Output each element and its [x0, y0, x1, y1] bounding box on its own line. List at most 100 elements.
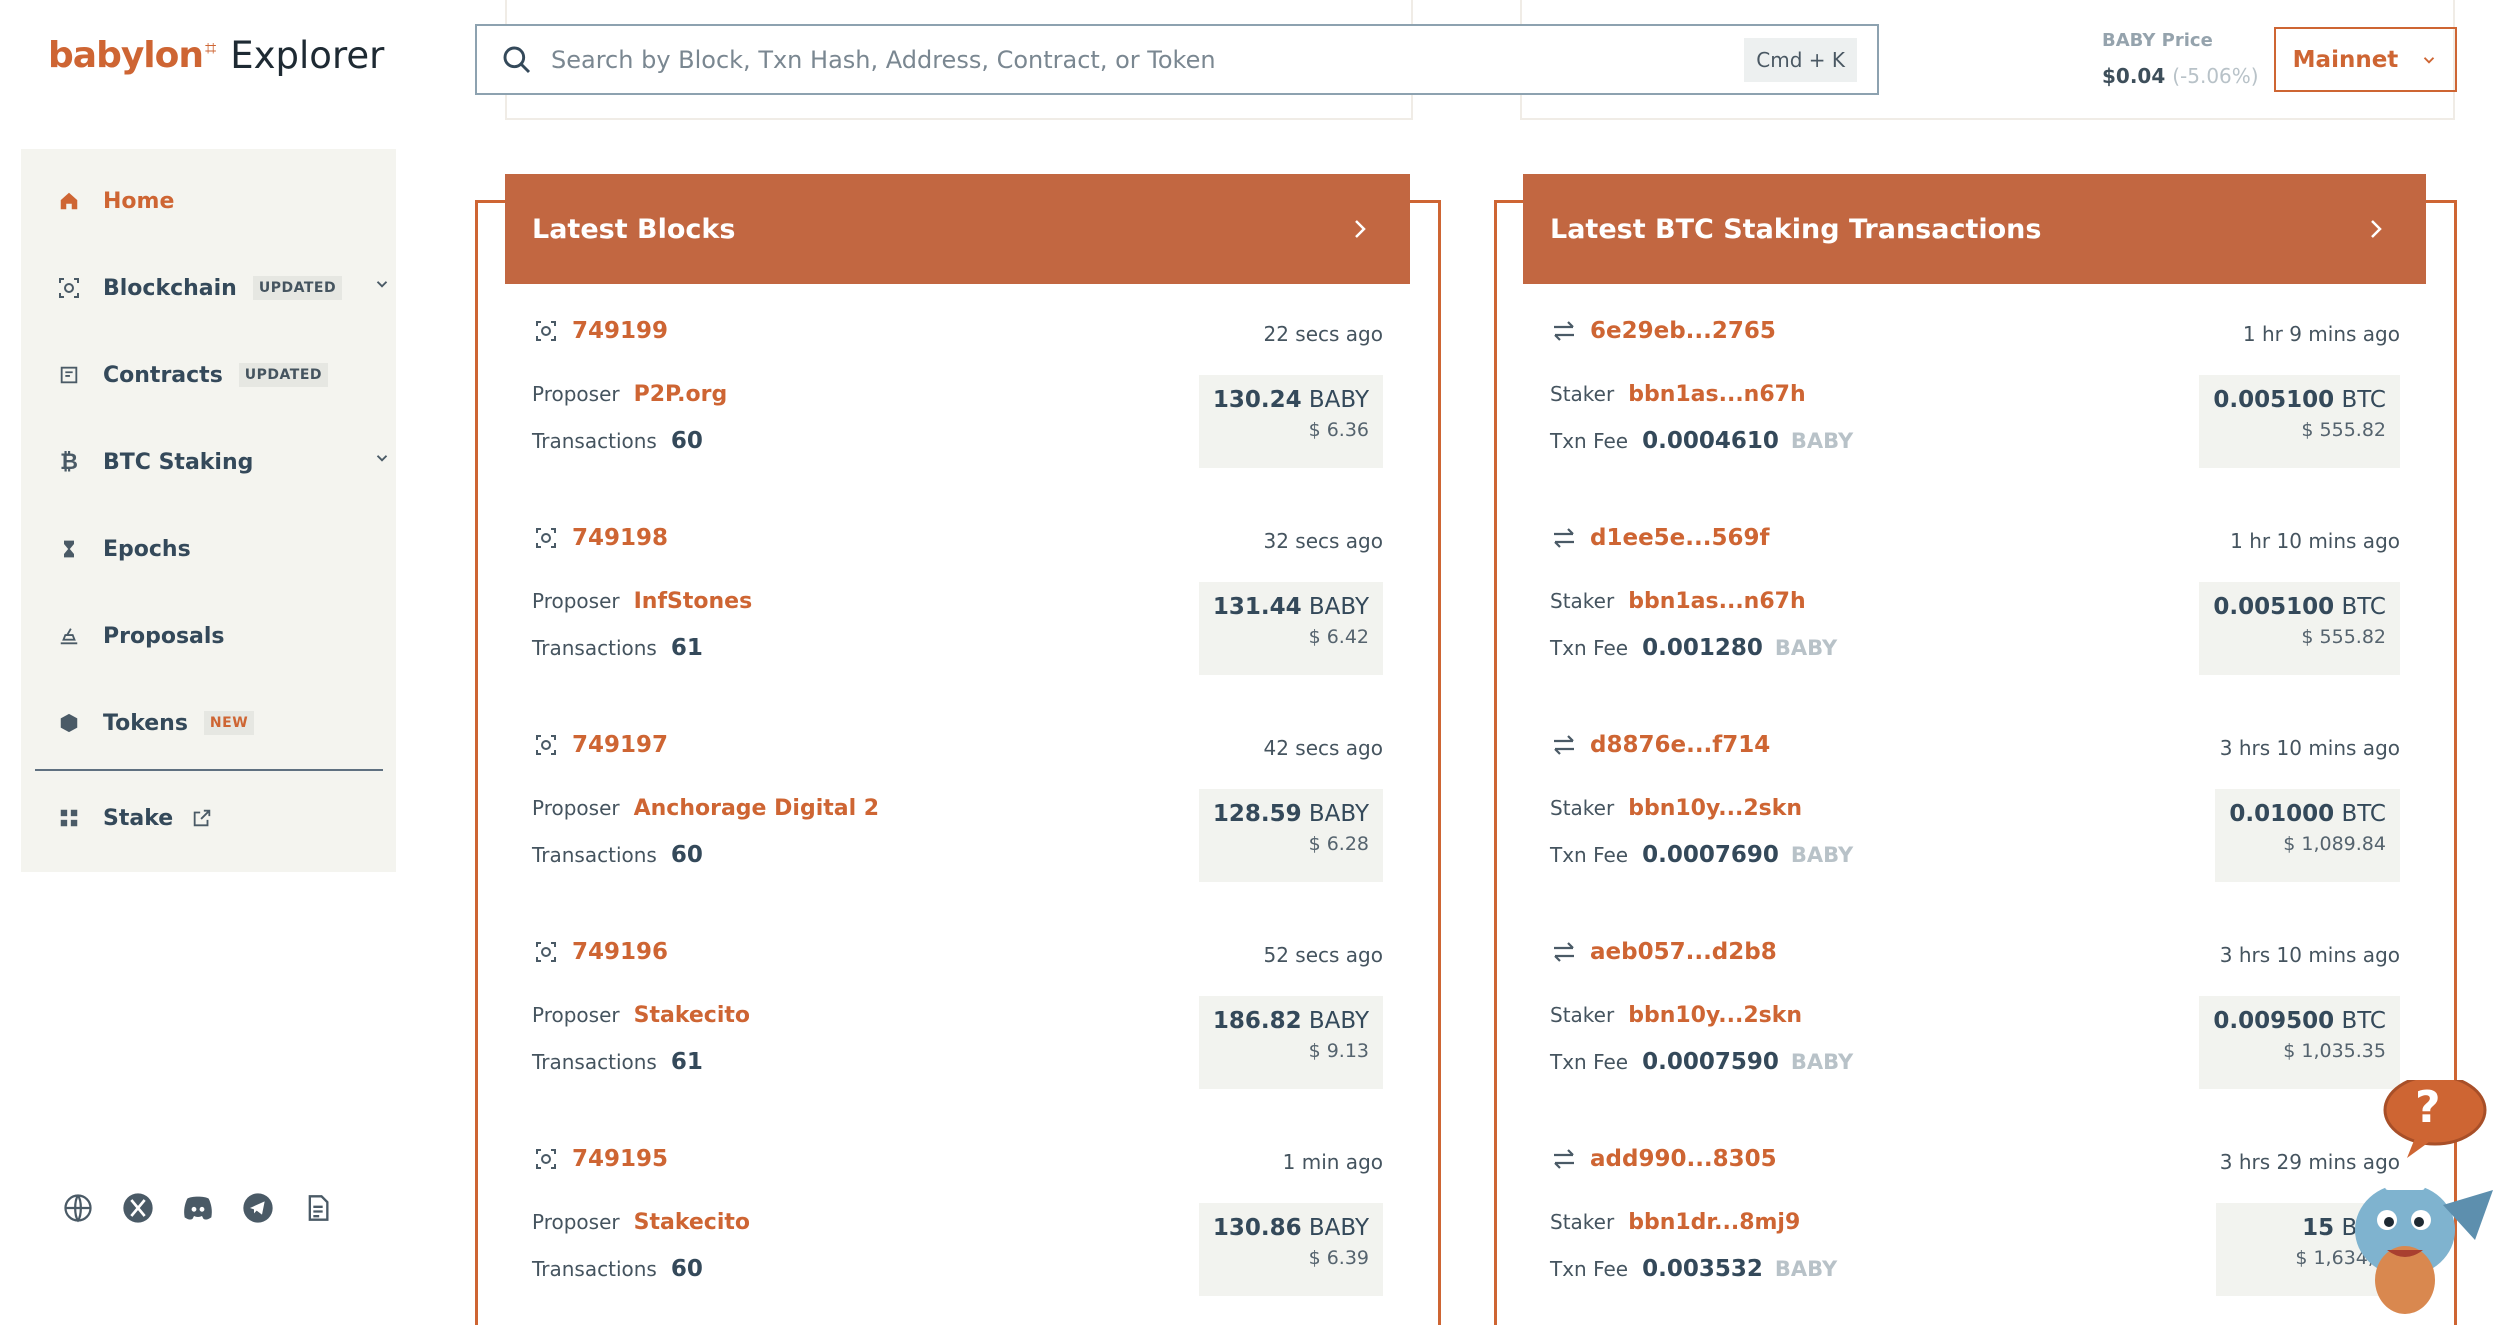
tx-hash-link[interactable]: d1ee5e...569f: [1550, 525, 1770, 551]
staker-link[interactable]: bbn1as...n67h: [1628, 382, 1805, 407]
block-height-link[interactable]: 749196: [532, 939, 668, 965]
reward-value: 128.59: [1212, 801, 1302, 827]
reward-usd: $ 6.42: [1308, 626, 1369, 648]
tx-time: 1 hr 10 mins ago: [2230, 529, 2400, 553]
block-icon: [532, 526, 560, 550]
staker-label: Staker: [1550, 382, 1615, 406]
staker-link[interactable]: bbn10y...2skn: [1628, 796, 1802, 821]
stake-amount: 0.01000 BTC: [2229, 801, 2386, 827]
reward-unit: BABY: [1308, 1215, 1369, 1241]
price-amount: $0.04: [2102, 64, 2166, 88]
proposer-label: Proposer: [532, 382, 620, 406]
tx-hash-link[interactable]: add990...8305: [1550, 1146, 1777, 1172]
sidebar-item-contracts[interactable]: Contracts UPDATED: [55, 355, 329, 395]
sidebar-item-proposals[interactable]: Proposals: [55, 616, 225, 656]
stake-amount: 0.009500 BTC: [2213, 1008, 2386, 1034]
tx-hash-link[interactable]: aeb057...d2b8: [1550, 939, 1777, 965]
proposer-link[interactable]: InfStones: [634, 589, 753, 614]
sidebar: Home Blockchain UPDATED Contracts UPDATE…: [21, 149, 396, 872]
stake-unit: BTC: [2341, 1008, 2386, 1034]
proposer-link[interactable]: Stakecito: [634, 1003, 750, 1028]
transactions-label: Transactions: [532, 843, 657, 867]
proposer-link[interactable]: Anchorage Digital 2: [634, 796, 880, 821]
block-time: 32 secs ago: [1263, 529, 1384, 553]
docs-icon[interactable]: [300, 1190, 336, 1226]
transactions-line: Transactions 61: [532, 1049, 703, 1075]
block-reward-amount: 186.82 BABY: [1213, 1008, 1369, 1034]
fee-line: Txn Fee 0.001280 BABY: [1550, 635, 1837, 661]
block-icon: [532, 319, 560, 343]
proposer-line: Proposer Stakecito: [532, 1003, 750, 1028]
sidebar-item-blockchain[interactable]: Blockchain UPDATED: [55, 268, 388, 308]
block-reward-amount: 130.24 BABY: [1213, 387, 1369, 413]
reward-value: 186.82: [1212, 1008, 1302, 1034]
block-height-link[interactable]: 749199: [532, 318, 668, 344]
fee-unit: BABY: [1774, 1257, 1838, 1281]
globe-icon[interactable]: [60, 1190, 96, 1226]
proposer-link[interactable]: P2P.org: [634, 382, 728, 407]
reward-usd: $ 9.13: [1308, 1040, 1369, 1062]
tx-time: 3 hrs 10 mins ago: [2219, 943, 2400, 967]
block-time: 52 secs ago: [1263, 943, 1384, 967]
sidebar-item-epochs[interactable]: Epochs: [55, 529, 191, 569]
chevron-right-icon: [1350, 217, 1370, 241]
new-badge: NEW: [203, 711, 255, 735]
fee-label: Txn Fee: [1550, 1050, 1629, 1074]
staker-link[interactable]: bbn10y...2skn: [1628, 1003, 1802, 1028]
network-selector[interactable]: Mainnet: [2274, 27, 2457, 92]
fee-label: Txn Fee: [1550, 843, 1629, 867]
search-input[interactable]: [551, 45, 1745, 74]
latest-staking-header[interactable]: Latest BTC Staking Transactions: [1523, 174, 2426, 284]
staker-link[interactable]: bbn1as...n67h: [1628, 589, 1805, 614]
proposer-line: Proposer InfStones: [532, 589, 752, 614]
sidebar-item-home[interactable]: Home: [55, 181, 174, 221]
tx-hash: d1ee5e...569f: [1590, 525, 1770, 551]
search-icon: [501, 44, 533, 76]
logo-mark: ⌗: [205, 35, 217, 60]
fee-unit: BABY: [1790, 1050, 1854, 1074]
reward-unit: BABY: [1308, 801, 1369, 827]
staker-link[interactable]: bbn1dr...8mj9: [1628, 1210, 1800, 1235]
telegram-icon[interactable]: [240, 1190, 276, 1226]
sidebar-item-tokens[interactable]: Tokens NEW: [55, 703, 255, 743]
block-icon: [532, 733, 560, 757]
block-height: 749196: [572, 939, 669, 965]
stake-amount: 0.005100 BTC: [2213, 387, 2386, 413]
block-height: 749199: [572, 318, 669, 344]
tx-hash-link[interactable]: 6e29eb...2765: [1550, 318, 1776, 344]
block-height-link[interactable]: 749198: [532, 525, 668, 551]
chevron-down-icon: [373, 274, 391, 299]
stake-value: 0.009500: [2213, 1008, 2335, 1034]
stake-unit: BTC: [2341, 801, 2386, 827]
sidebar-item-label: Epochs: [103, 536, 191, 562]
block-height-link[interactable]: 749195: [532, 1146, 668, 1172]
reward-unit: BABY: [1308, 594, 1369, 620]
price-change: (-5.06%): [2172, 64, 2259, 88]
search-shortcut: Cmd + K: [1744, 37, 1857, 82]
block-reward-box: 186.82 BABY $ 9.13: [1198, 996, 1383, 1089]
staker-line: Staker bbn10y...2skn: [1550, 796, 1802, 821]
staker-label: Staker: [1550, 589, 1615, 613]
transactions-line: Transactions 60: [532, 842, 703, 868]
block-row: 749198 32 secs ago Proposer InfStones Transa…: [532, 517, 1383, 707]
block-time: 22 secs ago: [1263, 322, 1384, 346]
tx-hash-link[interactable]: d8876e...f714: [1550, 732, 1770, 758]
sidebar-item-btc-staking[interactable]: ₿ BTC Staking: [55, 442, 388, 482]
tx-time: 3 hrs 10 mins ago: [2219, 736, 2400, 760]
discord-icon[interactable]: [180, 1190, 216, 1226]
sidebar-item-label: BTC Staking: [103, 449, 254, 475]
proposer-line: Proposer Stakecito: [532, 1210, 750, 1235]
help-mascot[interactable]: ?: [2325, 1074, 2500, 1325]
latest-blocks-header[interactable]: Latest Blocks: [505, 174, 1410, 284]
stake-amount-box: 0.005100 BTC $ 555.82: [2199, 582, 2400, 675]
sidebar-item-stake[interactable]: Stake: [55, 798, 213, 838]
stake-value: 0.01000: [2229, 801, 2335, 827]
proposer-link[interactable]: Stakecito: [634, 1210, 750, 1235]
logo[interactable]: babylon ⌗ Explorer: [48, 34, 384, 77]
logo-product: Explorer: [230, 34, 385, 77]
reward-value: 131.44: [1212, 594, 1302, 620]
block-height-link[interactable]: 749197: [532, 732, 668, 758]
x-icon[interactable]: [120, 1190, 156, 1226]
updated-badge: UPDATED: [252, 276, 343, 300]
block-row: 749195 1 min ago Proposer Stakecito Transact…: [532, 1138, 1383, 1325]
